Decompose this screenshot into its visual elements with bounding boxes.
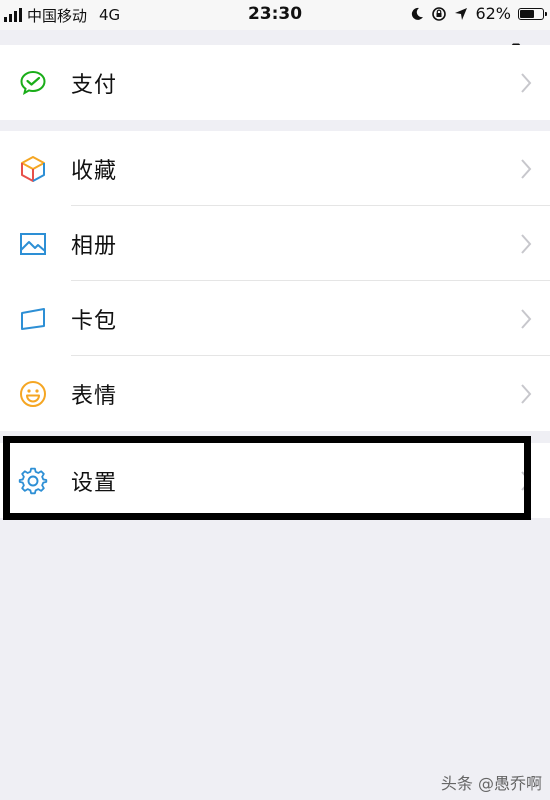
chevron-right-icon bbox=[521, 383, 532, 404]
menu-item-album[interactable]: 相册 bbox=[0, 206, 550, 281]
wechat-pay-icon bbox=[18, 68, 48, 98]
battery-percent: 62% bbox=[475, 4, 511, 23]
menu-label-album: 相册 bbox=[71, 233, 118, 259]
rotation-lock-icon bbox=[432, 6, 447, 21]
chevron-right-icon bbox=[521, 233, 532, 254]
menu-group-main: 收藏 相册 卡包 表情 bbox=[0, 131, 550, 431]
chevron-right-icon bbox=[521, 158, 532, 179]
menu-item-cards[interactable]: 卡包 bbox=[0, 281, 550, 356]
status-bar: 中国移动 4G 23:30 62% bbox=[0, 0, 550, 30]
menu-label-cards: 卡包 bbox=[71, 308, 118, 334]
card-icon bbox=[18, 304, 48, 334]
menu-label-favorites: 收藏 bbox=[71, 158, 118, 184]
moon-icon bbox=[412, 7, 424, 20]
menu-group-pay: 支付 bbox=[0, 45, 550, 120]
photo-icon bbox=[18, 229, 48, 259]
menu-label-pay: 支付 bbox=[71, 72, 118, 98]
highlight-box bbox=[3, 436, 531, 520]
menu-item-stickers[interactable]: 表情 bbox=[0, 356, 550, 431]
chevron-right-icon bbox=[521, 72, 532, 93]
location-icon bbox=[455, 7, 468, 20]
battery-icon bbox=[518, 7, 547, 20]
menu-item-pay[interactable]: 支付 bbox=[0, 45, 550, 120]
menu-label-stickers: 表情 bbox=[71, 383, 118, 409]
battery-fill bbox=[520, 9, 534, 18]
chevron-right-icon bbox=[521, 308, 532, 329]
smiley-icon bbox=[18, 379, 48, 409]
status-right: 62% bbox=[410, 4, 547, 23]
menu-item-favorites[interactable]: 收藏 bbox=[0, 131, 550, 206]
cube-icon bbox=[18, 154, 48, 184]
watermark: 头条 @愚乔啊 bbox=[440, 774, 542, 793]
